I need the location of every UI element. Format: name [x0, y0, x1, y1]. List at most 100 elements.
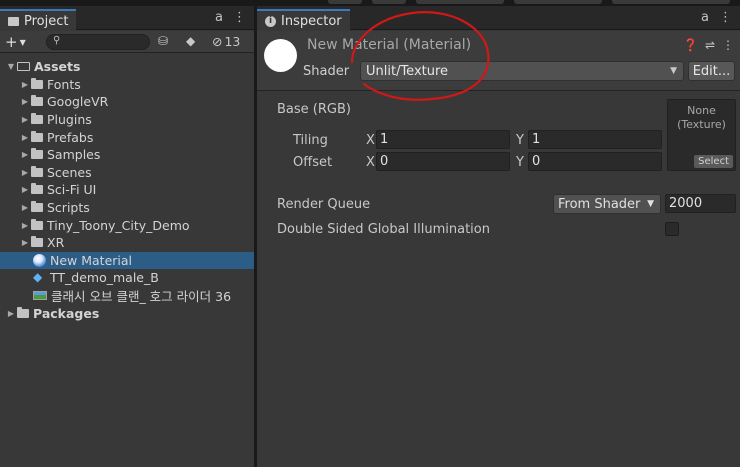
- tab-project[interactable]: Project: [0, 9, 77, 31]
- tab-project-label: Project: [24, 14, 69, 29]
- tiling-x-label: X: [366, 133, 375, 148]
- tiling-label: Tiling: [293, 133, 328, 148]
- tree-item[interactable]: ▶ Tiny_Toony_City_Demo: [0, 216, 254, 234]
- render-queue-dropdown[interactable]: From Shader ▼: [553, 194, 661, 214]
- material-preview: [264, 39, 297, 72]
- collapse-arrow-icon[interactable]: ▶: [19, 115, 31, 124]
- tab-inspector-label: Inspector: [281, 14, 342, 29]
- tree-item[interactable]: ▶ Packages: [0, 304, 254, 322]
- render-queue-label: Render Queue: [277, 197, 371, 212]
- toolbar-button[interactable]: [328, 0, 362, 4]
- lock-icon[interactable]: a: [701, 10, 709, 25]
- tree-item-label: 클래시 오브 클랜_ 호그 라이더 36: [51, 289, 232, 305]
- collapse-arrow-icon[interactable]: ▶: [19, 238, 31, 247]
- collapse-arrow-icon[interactable]: ▶: [19, 133, 31, 142]
- shader-label: Shader: [303, 64, 350, 79]
- tree-item-label: Packages: [33, 305, 100, 321]
- offset-y-field[interactable]: 0: [528, 152, 662, 171]
- folder-icon: [31, 130, 43, 142]
- collapse-arrow-icon[interactable]: ▶: [19, 97, 31, 106]
- tiling-x-field[interactable]: 1: [376, 130, 510, 149]
- create-button-label: +: [5, 33, 18, 51]
- tree-item[interactable]: ▶ XR: [0, 234, 254, 252]
- folder-icon: [31, 165, 43, 177]
- tree-item[interactable]: ▶ Plugins: [0, 111, 254, 129]
- folder-icon: [31, 218, 43, 230]
- texture-none-label: None (Texture): [677, 104, 726, 131]
- tree-item[interactable]: ▶ Prefabs: [0, 128, 254, 146]
- kebab-menu-icon[interactable]: ⋮: [719, 10, 732, 25]
- tiling-y-label: Y: [516, 133, 524, 148]
- double-sided-gi-checkbox[interactable]: [665, 222, 679, 236]
- tree-item-label: XR: [47, 235, 65, 251]
- collapse-arrow-icon[interactable]: ▶: [19, 203, 31, 212]
- tree-item[interactable]: 클래시 오브 클랜_ 호그 라이더 36: [0, 287, 254, 305]
- material-title: New Material (Material): [307, 37, 472, 53]
- folder-icon: [17, 306, 29, 318]
- collapse-arrow-icon[interactable]: ▶: [19, 168, 31, 177]
- render-queue-value-field[interactable]: 2000: [665, 194, 736, 213]
- texture-slot[interactable]: None (Texture) Select: [667, 99, 736, 171]
- shader-dropdown[interactable]: Unlit/Texture ▼: [360, 61, 684, 81]
- prefab-icon: ◆: [33, 270, 43, 285]
- texture-select-button[interactable]: Select: [694, 155, 733, 168]
- offset-x-field[interactable]: 0: [376, 152, 510, 171]
- double-sided-gi-label: Double Sided Global Illumination: [277, 222, 490, 237]
- kebab-menu-icon[interactable]: ⋮: [722, 38, 734, 52]
- tiling-y-field[interactable]: 1: [528, 130, 662, 149]
- expand-arrow-icon[interactable]: ▼: [5, 62, 17, 71]
- kebab-menu-icon[interactable]: ⋮: [233, 10, 246, 25]
- search-box[interactable]: ⚲: [46, 34, 150, 50]
- toolbar-button[interactable]: [416, 0, 504, 4]
- tree-item[interactable]: ▼ Assets: [0, 58, 254, 76]
- open-folder-icon: [17, 62, 30, 72]
- search-input[interactable]: [65, 36, 145, 48]
- info-icon: i: [265, 16, 276, 27]
- inspector-tabbar: i Inspector a ⋮: [257, 6, 740, 31]
- folder-icon: [31, 236, 43, 248]
- collapse-arrow-icon[interactable]: ▶: [5, 309, 17, 318]
- folder-icon: [31, 201, 43, 213]
- project-tree: ▼ Assets ▶ Fonts ▶ GoogleVR ▶ Plugins ▶ Prefabs ▶ S…: [0, 58, 254, 322]
- tree-item[interactable]: ◆ TT_demo_male_B: [0, 269, 254, 287]
- filter-by-type-icon[interactable]: ⛁: [158, 34, 168, 48]
- tree-item[interactable]: ▶ Scenes: [0, 164, 254, 182]
- toolbar-button[interactable]: [372, 0, 406, 4]
- folder-icon: [31, 95, 43, 107]
- project-panel: Project a ⋮ + ▼ ⚲ ⛁ ◆ ⊘ 13 ▼ Assets ▶ Fonts…: [0, 6, 254, 467]
- create-button[interactable]: + ▼: [5, 33, 26, 51]
- toolbar-button[interactable]: [514, 0, 602, 4]
- lock-icon[interactable]: a: [215, 10, 223, 25]
- tree-item[interactable]: New Material: [0, 251, 254, 270]
- tree-item[interactable]: ▶ Sci-Fi UI: [0, 181, 254, 199]
- tree-item-label: New Material: [50, 252, 133, 268]
- dropdown-arrow-icon: ▼: [670, 66, 677, 76]
- tree-item-label: Samples: [47, 147, 101, 163]
- tree-item[interactable]: ▶ Samples: [0, 146, 254, 164]
- tree-item[interactable]: ▶ Scripts: [0, 199, 254, 217]
- collapse-arrow-icon[interactable]: ▶: [19, 80, 31, 89]
- toolbar-button[interactable]: [612, 0, 730, 4]
- image-icon: [33, 291, 47, 301]
- tree-item[interactable]: ▶ GoogleVR: [0, 93, 254, 111]
- tab-inspector[interactable]: i Inspector: [257, 9, 350, 31]
- edit-shader-button[interactable]: Edit...: [688, 61, 735, 81]
- project-tabbar: Project a ⋮: [0, 6, 254, 31]
- collapse-arrow-icon[interactable]: ▶: [19, 185, 31, 194]
- collapse-arrow-icon[interactable]: ▶: [19, 150, 31, 159]
- tree-item[interactable]: ▶ Fonts: [0, 76, 254, 94]
- tree-item-label: Scripts: [47, 200, 90, 216]
- offset-x-label: X: [366, 155, 375, 170]
- help-icon[interactable]: ❓: [683, 38, 698, 52]
- dropdown-arrow-icon: ▼: [647, 199, 654, 209]
- preset-icon[interactable]: ⇌: [705, 38, 715, 52]
- search-icon: ⚲: [53, 35, 61, 46]
- tree-item-label: Sci-Fi UI: [47, 182, 97, 198]
- folder-icon: [8, 17, 19, 26]
- offset-y-label: Y: [516, 155, 524, 170]
- filter-by-label-icon[interactable]: ◆: [186, 34, 195, 48]
- hidden-packages-toggle[interactable]: ⊘ 13: [212, 34, 240, 49]
- tree-item-label: Scenes: [47, 164, 92, 180]
- collapse-arrow-icon[interactable]: ▶: [19, 221, 31, 230]
- project-toolbar: + ▼ ⚲ ⛁ ◆ ⊘ 13: [0, 31, 254, 53]
